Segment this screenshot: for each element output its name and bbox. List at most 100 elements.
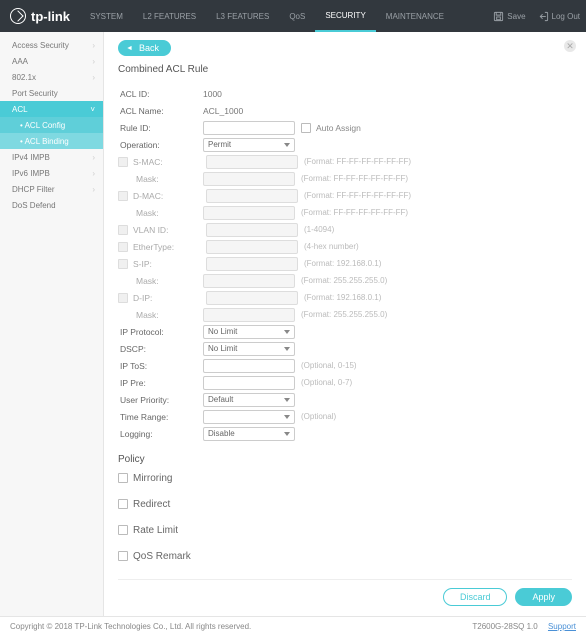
field-input[interactable]	[203, 308, 295, 322]
tab-system[interactable]: SYSTEM	[80, 0, 133, 32]
field-input[interactable]	[203, 274, 295, 288]
brand-text: tp-link	[31, 9, 70, 24]
sidebar-item-dos-defend[interactable]: DoS Defend	[0, 197, 103, 213]
brand-icon	[10, 8, 26, 24]
policy-heading: Policy	[118, 454, 572, 465]
field-hint: (Format: 255.255.255.0)	[301, 276, 387, 285]
chevron-right-icon: ›	[92, 57, 95, 66]
sidebar-item-ipv4-impb[interactable]: IPv4 IMPB›	[0, 149, 103, 165]
field-label: D-MAC:	[133, 191, 206, 201]
field-checkbox[interactable]	[118, 242, 128, 252]
sidebar-sub-acl-config[interactable]: • ACL Config	[0, 117, 103, 133]
ip-tos-label: IP ToS:	[118, 361, 203, 371]
operation-label: Operation:	[118, 140, 203, 150]
main-tabs: SYSTEML2 FEATURESL3 FEATURESQoSSECURITYM…	[80, 0, 454, 32]
ip-pre-label: IP Pre:	[118, 378, 203, 388]
field-checkbox[interactable]	[118, 225, 128, 235]
operation-select[interactable]: Permit	[203, 138, 295, 152]
sidebar-item-aaa[interactable]: AAA›	[0, 53, 103, 69]
field-label: D-IP:	[133, 293, 206, 303]
chevron-right-icon: ›	[92, 73, 95, 82]
field-hint: (Format: FF-FF-FF-FF-FF-FF)	[304, 191, 411, 200]
brand: tp-link	[0, 8, 80, 24]
model-text: T2600G-28SQ 1.0	[472, 622, 537, 631]
user-priority-select[interactable]: Default	[203, 393, 295, 407]
field-label: EtherType:	[133, 242, 206, 252]
policy-label: Redirect	[133, 499, 170, 510]
field-hint: (Format: FF-FF-FF-FF-FF-FF)	[304, 157, 411, 166]
field-input[interactable]	[206, 257, 298, 271]
field-hint: (Format: 255.255.255.0)	[301, 310, 387, 319]
field-hint: (Format: FF-FF-FF-FF-FF-FF)	[301, 208, 408, 217]
ip-protocol-select[interactable]: No Limit	[203, 325, 295, 339]
close-icon[interactable]: ✕	[564, 40, 576, 52]
field-label: S-MAC:	[133, 157, 206, 167]
save-icon	[493, 11, 504, 22]
chevron-right-icon: ›	[92, 185, 95, 194]
field-checkbox[interactable]	[118, 191, 128, 201]
tab-l3-features[interactable]: L3 FEATURES	[206, 0, 279, 32]
field-hint: (4-hex number)	[304, 242, 359, 251]
time-range-select[interactable]	[203, 410, 295, 424]
policy-checkbox-qos-remark[interactable]	[118, 551, 128, 561]
dscp-select[interactable]: No Limit	[203, 342, 295, 356]
policy-checkbox-mirroring[interactable]	[118, 473, 128, 483]
sidebar-item-802-1x[interactable]: 802.1x›	[0, 69, 103, 85]
time-range-label: Time Range:	[118, 412, 203, 422]
field-hint: (1-4094)	[304, 225, 334, 234]
tab-l2-features[interactable]: L2 FEATURES	[133, 0, 206, 32]
dscp-label: DSCP:	[118, 344, 203, 354]
tab-security[interactable]: SECURITY	[315, 0, 375, 32]
apply-button[interactable]: Apply	[515, 588, 572, 606]
field-input[interactable]	[206, 223, 298, 237]
auto-assign-checkbox[interactable]	[301, 123, 311, 133]
back-button[interactable]: Back	[118, 40, 171, 56]
field-checkbox[interactable]	[118, 259, 128, 269]
chevron-right-icon: ›	[92, 41, 95, 50]
logging-label: Logging:	[118, 429, 203, 439]
ip-protocol-label: IP Protocol:	[118, 327, 203, 337]
field-input[interactable]	[203, 172, 295, 186]
tab-maintenance[interactable]: MAINTENANCE	[376, 0, 454, 32]
support-link[interactable]: Support	[548, 622, 576, 631]
app-header: tp-link SYSTEML2 FEATURESL3 FEATURESQoSS…	[0, 0, 586, 32]
user-priority-label: User Priority:	[118, 395, 203, 405]
field-checkbox[interactable]	[118, 293, 128, 303]
field-hint: (Format: 192.168.0.1)	[304, 259, 381, 268]
sidebar-item-port-security[interactable]: Port Security	[0, 85, 103, 101]
field-input[interactable]	[206, 240, 298, 254]
policy-label: QoS Remark	[133, 551, 191, 562]
field-input[interactable]	[206, 155, 298, 169]
field-label: Mask:	[118, 276, 203, 286]
tab-qos[interactable]: QoS	[279, 0, 315, 32]
sidebar-item-dhcp-filter[interactable]: DHCP Filter›	[0, 181, 103, 197]
field-checkbox[interactable]	[118, 157, 128, 167]
sidebar-item-ipv6-impb[interactable]: IPv6 IMPB›	[0, 165, 103, 181]
sidebar-item-access-security[interactable]: Access Security›	[0, 37, 103, 53]
field-input[interactable]	[206, 291, 298, 305]
ip-tos-input[interactable]	[203, 359, 295, 373]
sidebar-item-acl[interactable]: ACL˅	[0, 101, 103, 117]
field-input[interactable]	[206, 189, 298, 203]
field-label: Mask:	[118, 310, 203, 320]
footer: Copyright © 2018 TP-Link Technologies Co…	[0, 616, 586, 636]
policy-checkbox-redirect[interactable]	[118, 499, 128, 509]
acl-id-value: 1000	[203, 89, 295, 99]
chevron-right-icon: ›	[92, 169, 95, 178]
sidebar-sub-acl-binding[interactable]: • ACL Binding	[0, 133, 103, 149]
rule-id-input[interactable]	[203, 121, 295, 135]
sidebar: Access Security›AAA›802.1x›Port Security…	[0, 32, 104, 616]
discard-button[interactable]: Discard	[443, 588, 508, 606]
logging-select[interactable]: Disable	[203, 427, 295, 441]
field-input[interactable]	[203, 206, 295, 220]
copyright-text: Copyright © 2018 TP-Link Technologies Co…	[10, 622, 251, 631]
time-range-hint: (Optional)	[301, 412, 336, 421]
ip-pre-input[interactable]	[203, 376, 295, 390]
logout-button[interactable]: Log Out	[532, 0, 586, 32]
acl-name-label: ACL Name:	[118, 106, 203, 116]
acl-id-label: ACL ID:	[118, 89, 203, 99]
policy-checkbox-rate-limit[interactable]	[118, 525, 128, 535]
save-button[interactable]: Save	[487, 0, 531, 32]
page-title: Combined ACL Rule	[118, 64, 572, 75]
field-label: Mask:	[118, 208, 203, 218]
